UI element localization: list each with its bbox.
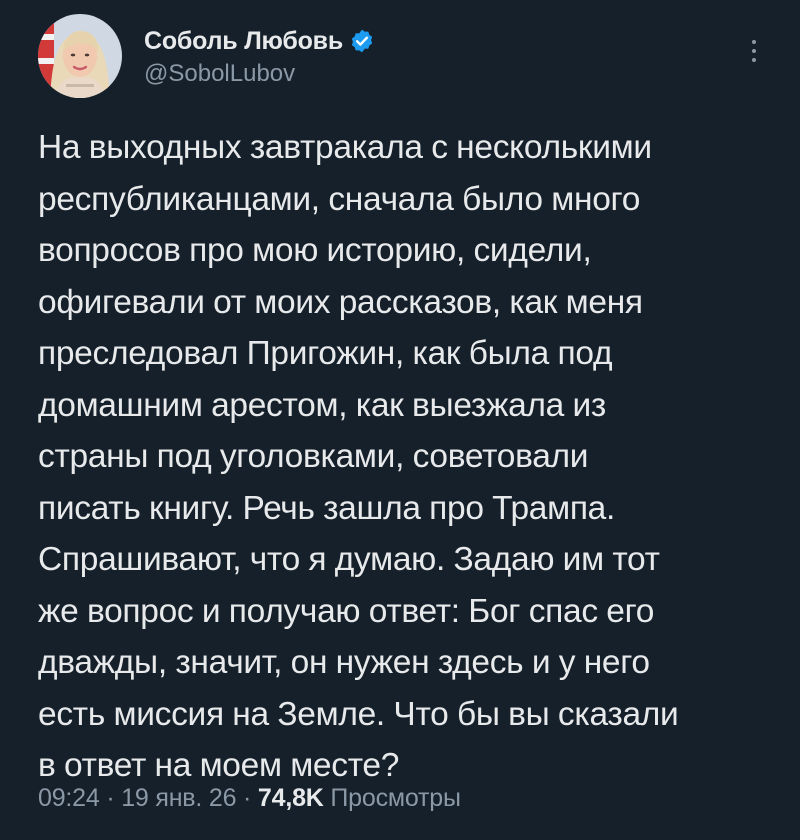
verified-badge-icon bbox=[349, 28, 375, 54]
more-vertical-icon[interactable] bbox=[744, 36, 764, 72]
tweet-meta: 09:24 · 19 янв. 26 · 74,8K Просмотры bbox=[38, 784, 461, 813]
author-display-name[interactable]: Соболь Любовь bbox=[144, 27, 343, 56]
author-names: Соболь Любовь @SobolLubov bbox=[144, 26, 375, 88]
avatar[interactable] bbox=[38, 14, 122, 98]
tweet: Соболь Любовь @SobolLubov На выходных за… bbox=[0, 0, 800, 840]
avatar-image bbox=[38, 14, 122, 98]
meta-separator: · bbox=[243, 784, 252, 812]
tweet-header: Соболь Любовь @SobolLubov bbox=[38, 14, 778, 104]
views-label: Просмотры bbox=[330, 784, 461, 812]
meta-separator: · bbox=[106, 784, 115, 812]
author-handle[interactable]: @SobolLubov bbox=[144, 60, 375, 88]
display-name-row: Соболь Любовь bbox=[144, 26, 375, 56]
views-count[interactable]: 74,8K bbox=[258, 784, 324, 812]
tweet-text: На выходных завтракала с несколькими рес… bbox=[38, 129, 679, 784]
tweet-date[interactable]: 19 янв. 26 bbox=[121, 784, 236, 812]
tweet-time[interactable]: 09:24 bbox=[38, 784, 100, 812]
